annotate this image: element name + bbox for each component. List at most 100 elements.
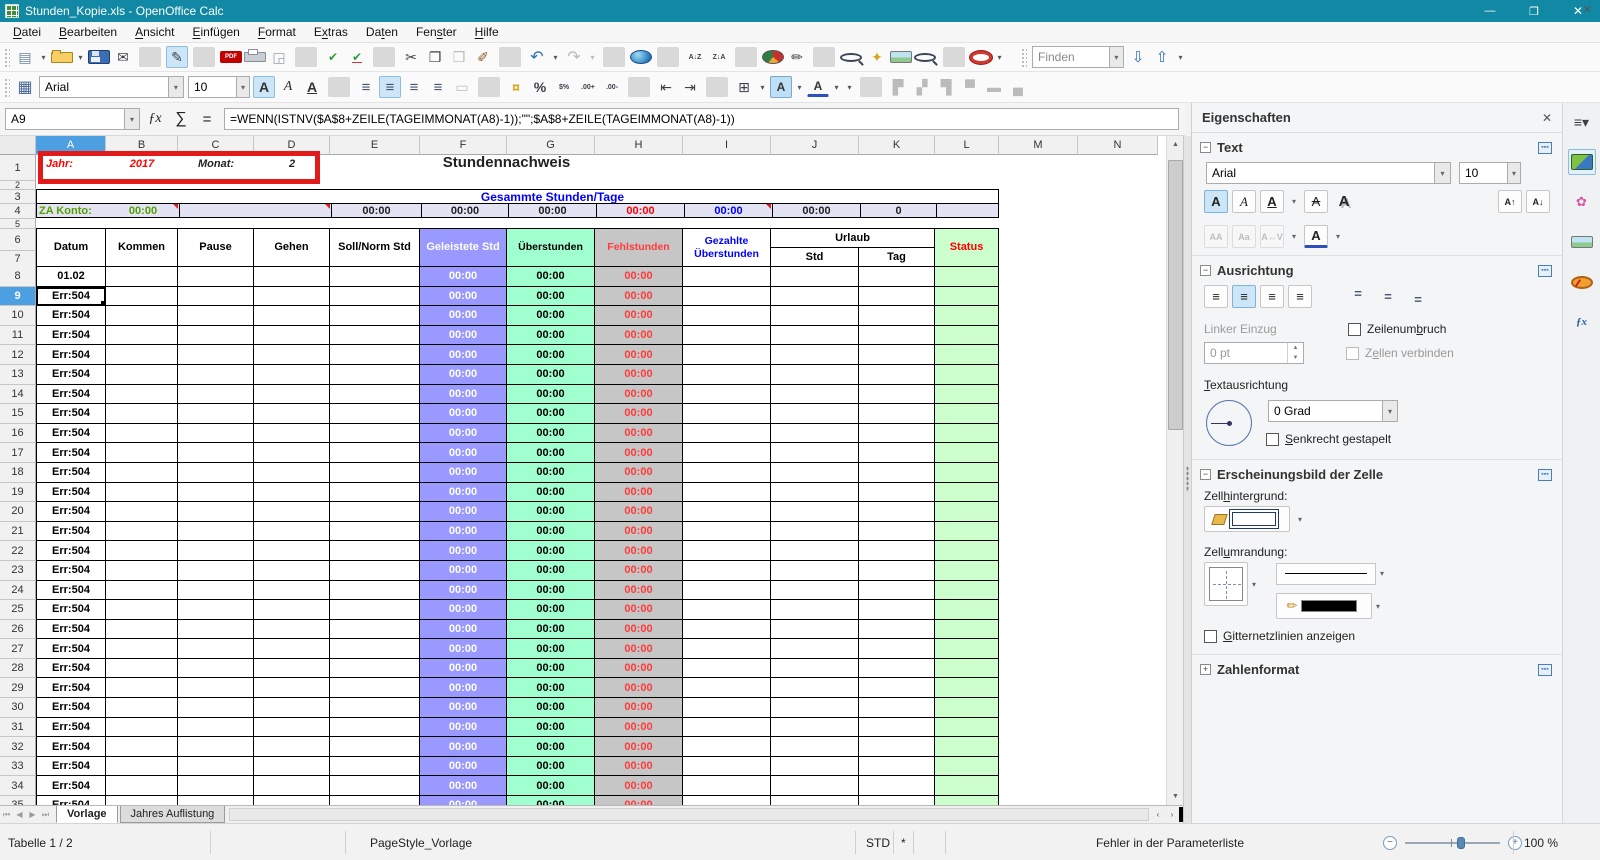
cell-urlaub-std[interactable]: [771, 267, 859, 287]
lowercase-icon[interactable]: Aa: [1232, 225, 1256, 248]
cell-ueberstunden[interactable]: 00:00: [507, 423, 595, 444]
vertical-scrollbar[interactable]: ▲ ▼: [1166, 136, 1183, 805]
cell-urlaub-std[interactable]: [771, 325, 859, 346]
line-style-dropdown-icon[interactable]: ▾: [1376, 562, 1388, 585]
cell-empty[interactable]: [1078, 521, 1158, 542]
row-header[interactable]: 16: [0, 423, 36, 444]
cell-empty[interactable]: [999, 306, 1078, 326]
font-size-dropdown-icon[interactable]: ▾: [1507, 163, 1520, 183]
left-indent-stepper[interactable]: 0 pt ▲ ▼: [1204, 342, 1304, 364]
separator[interactable]: [943, 47, 965, 67]
totals-row[interactable]: ZA Konto: 00:00 00:00 00:00 00:00 00:00 …: [36, 203, 999, 218]
separator[interactable]: [373, 47, 395, 67]
row-header[interactable]: 15: [0, 404, 36, 424]
separator[interactable]: [139, 47, 161, 67]
page-preview-icon[interactable]: ◲: [268, 46, 290, 68]
cell-urlaub-tag[interactable]: [859, 364, 935, 385]
cell-pause[interactable]: [178, 364, 254, 385]
cell-ueberstunden[interactable]: 00:00: [507, 560, 595, 581]
cell-geleistete[interactable]: 00:00: [420, 345, 507, 365]
cell-kommen[interactable]: [106, 658, 178, 679]
cell-urlaub-tag[interactable]: [859, 756, 935, 777]
cell-empty[interactable]: [1078, 678, 1158, 699]
border-presets-dropdown-icon[interactable]: ▾: [1248, 573, 1260, 596]
cell-empty[interactable]: [999, 658, 1078, 679]
cell-empty[interactable]: [999, 580, 1078, 601]
cell-geleistete[interactable]: 00:00: [420, 717, 507, 738]
cell-urlaub-std[interactable]: [771, 619, 859, 640]
cell-pause[interactable]: [178, 541, 254, 561]
menu-item[interactable]: Format: [249, 23, 305, 41]
cell-status[interactable]: [935, 404, 999, 424]
cell-urlaub-std[interactable]: [771, 541, 859, 561]
cell-empty[interactable]: [1078, 639, 1158, 659]
align-left-icon[interactable]: ≡: [355, 76, 377, 98]
undo-icon[interactable]: ↶: [526, 46, 548, 68]
cell-urlaub-tag[interactable]: [859, 796, 935, 805]
cell-kommen[interactable]: [106, 267, 178, 287]
cell-kommen[interactable]: [106, 639, 178, 659]
cell-gehen[interactable]: [254, 521, 330, 542]
cell-status[interactable]: [935, 658, 999, 679]
cell-empty[interactable]: [999, 364, 1078, 385]
cell-kommen[interactable]: [106, 776, 178, 797]
cell-j4[interactable]: 00:00: [772, 204, 860, 217]
row-header[interactable]: 3: [0, 190, 36, 204]
cell-gezahlte[interactable]: [683, 286, 771, 307]
cell-datum[interactable]: Err:504: [36, 600, 106, 620]
cell-ueberstunden[interactable]: 00:00: [507, 325, 595, 346]
row-header[interactable]: 5: [0, 219, 36, 229]
cell-gehen[interactable]: [254, 580, 330, 601]
cell-datum[interactable]: Err:504: [36, 776, 106, 797]
add-decimal-icon[interactable]: .00+: [577, 76, 599, 98]
cell-geleistete[interactable]: 00:00: [420, 678, 507, 699]
row-header[interactable]: 25: [0, 600, 36, 620]
strikethrough-icon[interactable]: A: [1304, 190, 1328, 213]
cell-urlaub-tag[interactable]: [859, 698, 935, 718]
cell-soll[interactable]: [330, 482, 420, 503]
font-size-dropdown-icon[interactable]: ▾: [236, 77, 249, 97]
cell-gehen[interactable]: [254, 658, 330, 679]
checkbox-icon[interactable]: [1348, 322, 1361, 336]
cell-ueberstunden[interactable]: 00:00: [507, 462, 595, 483]
cell-fehlstunden[interactable]: 00:00: [595, 600, 683, 620]
cell-ueberstunden[interactable]: 00:00: [507, 600, 595, 620]
row-header[interactable]: 12: [0, 345, 36, 365]
cell-empty[interactable]: [1078, 541, 1158, 561]
cell-empty[interactable]: [999, 717, 1078, 738]
cell-geleistete[interactable]: 00:00: [420, 639, 507, 659]
cell-soll[interactable]: [330, 639, 420, 659]
cell-kommen[interactable]: [106, 502, 178, 522]
cell-empty[interactable]: [1078, 619, 1158, 640]
sheet-tab[interactable]: Jahres Auflistung: [119, 806, 226, 823]
cell-gehen[interactable]: [254, 560, 330, 581]
cell-geleistete[interactable]: 00:00: [420, 404, 507, 424]
bold-icon[interactable]: A: [253, 76, 275, 98]
cell-urlaub-std[interactable]: [771, 756, 859, 777]
toolbar-grip[interactable]: [3, 47, 10, 67]
cell-empty[interactable]: [999, 286, 1078, 307]
cell-empty[interactable]: [999, 639, 1078, 659]
find-input[interactable]: ▾: [1032, 46, 1124, 68]
cell-empty[interactable]: [999, 600, 1078, 620]
cell-status[interactable]: [935, 306, 999, 326]
cell-gezahlte[interactable]: [683, 678, 771, 699]
cell-empty[interactable]: [1078, 717, 1158, 738]
cell-fehlstunden[interactable]: 00:00: [595, 698, 683, 718]
cell-geleistete[interactable]: 00:00: [420, 658, 507, 679]
cell-gezahlte[interactable]: [683, 619, 771, 640]
cell-geleistete[interactable]: 00:00: [420, 384, 507, 405]
header-urlaub-tag[interactable]: Tag: [859, 248, 935, 267]
cell-urlaub-std[interactable]: [771, 698, 859, 718]
cell-ueberstunden[interactable]: 00:00: [507, 737, 595, 757]
cell-gehen[interactable]: [254, 306, 330, 326]
cell-ueberstunden[interactable]: 00:00: [507, 619, 595, 640]
cell-geleistete[interactable]: 00:00: [420, 560, 507, 581]
sidebar-close-icon[interactable]: ✕: [1542, 111, 1552, 125]
align-right-icon[interactable]: ≡: [1260, 285, 1284, 308]
cell-fehlstunden[interactable]: 00:00: [595, 560, 683, 581]
header-gezahlte-ueberstunden[interactable]: Gezahlte Überstunden: [683, 229, 771, 267]
cell-soll[interactable]: [330, 384, 420, 405]
cell-urlaub-tag[interactable]: [859, 443, 935, 463]
cell-urlaub-tag[interactable]: [859, 423, 935, 444]
